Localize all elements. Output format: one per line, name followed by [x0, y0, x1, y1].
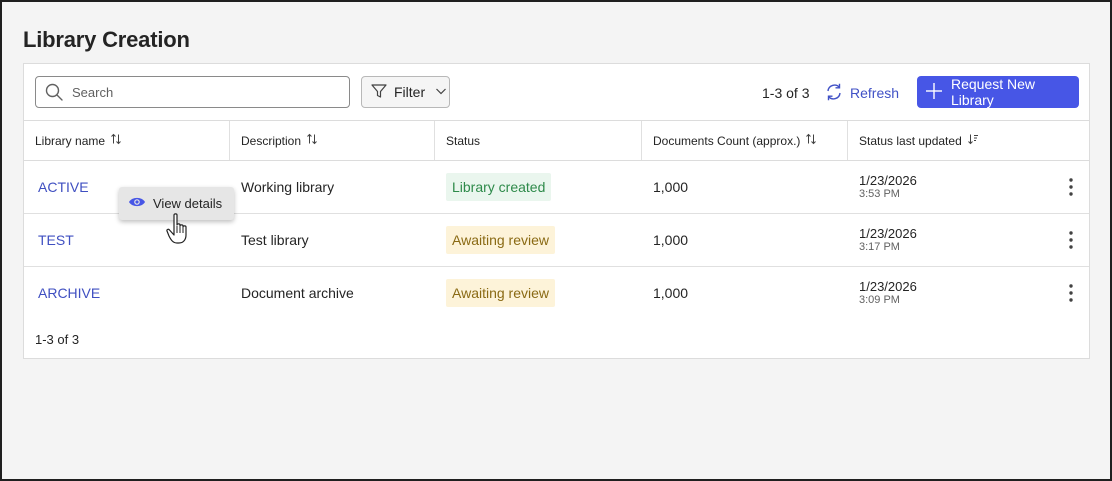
- footer-result-count: 1-3 of 3: [35, 332, 80, 347]
- library-name-link[interactable]: ACTIVE: [38, 161, 89, 213]
- status-updated-time: 3:17 PM: [859, 241, 900, 253]
- description-cell: Test library: [241, 232, 309, 248]
- search-placeholder: Search: [72, 84, 114, 100]
- table-row[interactable]: ARCHIVE Document archive Awaiting review…: [24, 267, 1089, 320]
- status-updated-cell: 1/23/2026 3:53 PM: [859, 161, 917, 213]
- page-title: Library Creation: [23, 27, 190, 52]
- column-header-status-last-updated[interactable]: Status last updated: [847, 121, 1089, 160]
- filter-button[interactable]: Filter: [361, 76, 450, 108]
- more-options-icon[interactable]: [1061, 283, 1081, 303]
- status-updated-cell: 1/23/2026 3:09 PM: [859, 267, 917, 319]
- app-window: Library Creation Search Filter 1-3 of 3 …: [0, 0, 1112, 481]
- status-updated-time: 3:53 PM: [859, 188, 900, 200]
- status-badge: Awaiting review: [446, 279, 556, 307]
- status-badge: Awaiting review: [446, 226, 556, 254]
- description-cell: Working library: [241, 179, 335, 195]
- column-header-documents-count[interactable]: Documents Count (approx.): [641, 121, 847, 160]
- request-new-library-label: Request New Library: [951, 76, 1036, 108]
- column-label: Status last updated: [859, 133, 962, 148]
- refresh-button[interactable]: Refresh: [824, 82, 899, 104]
- documents-count-cell: 1,000: [653, 285, 689, 301]
- table-header: Library name Description Status Document…: [24, 120, 1089, 161]
- status-badge: Library created: [446, 173, 552, 201]
- status-updated-time: 3:09 PM: [859, 294, 900, 306]
- eye-icon: [128, 196, 146, 211]
- column-label: Documents Count (approx.): [653, 133, 801, 148]
- sort-icon: [110, 133, 122, 148]
- status-updated-cell: 1/23/2026 3:17 PM: [859, 214, 917, 266]
- column-label: Library name: [35, 133, 106, 148]
- refresh-label: Refresh: [850, 85, 900, 101]
- status-updated-date: 1/23/2026: [859, 226, 917, 241]
- more-options-icon[interactable]: [1061, 230, 1081, 250]
- status-updated-date: 1/23/2026: [859, 279, 917, 294]
- sort-icon: [306, 133, 318, 148]
- column-header-description[interactable]: Description: [229, 121, 434, 160]
- filter-icon: [370, 82, 388, 103]
- library-name-link[interactable]: ARCHIVE: [38, 267, 100, 319]
- documents-count-cell: 1,000: [653, 179, 689, 195]
- result-count: 1-3 of 3: [762, 85, 810, 101]
- filter-label: Filter: [394, 84, 426, 100]
- plus-icon: [925, 82, 943, 103]
- hand-cursor-icon: [165, 212, 193, 246]
- request-new-library-button[interactable]: Request New Library: [917, 76, 1079, 108]
- column-label: Status: [446, 133, 481, 148]
- more-options-icon[interactable]: [1061, 177, 1081, 197]
- view-details-label: View details: [153, 196, 223, 211]
- chevron-down-icon: [435, 84, 447, 100]
- column-label: Description: [241, 133, 302, 148]
- sort-icon: [805, 133, 817, 148]
- sort-descending-icon: [967, 133, 979, 148]
- search-icon: [36, 77, 72, 107]
- search-input[interactable]: Search: [35, 76, 350, 108]
- library-name-link[interactable]: TEST: [38, 214, 74, 266]
- documents-count-cell: 1,000: [653, 232, 689, 248]
- status-updated-date: 1/23/2026: [859, 173, 917, 188]
- description-cell: Document archive: [241, 285, 354, 301]
- refresh-icon: [824, 82, 844, 105]
- column-header-library-name[interactable]: Library name: [24, 121, 229, 160]
- column-header-status: Status: [434, 121, 641, 160]
